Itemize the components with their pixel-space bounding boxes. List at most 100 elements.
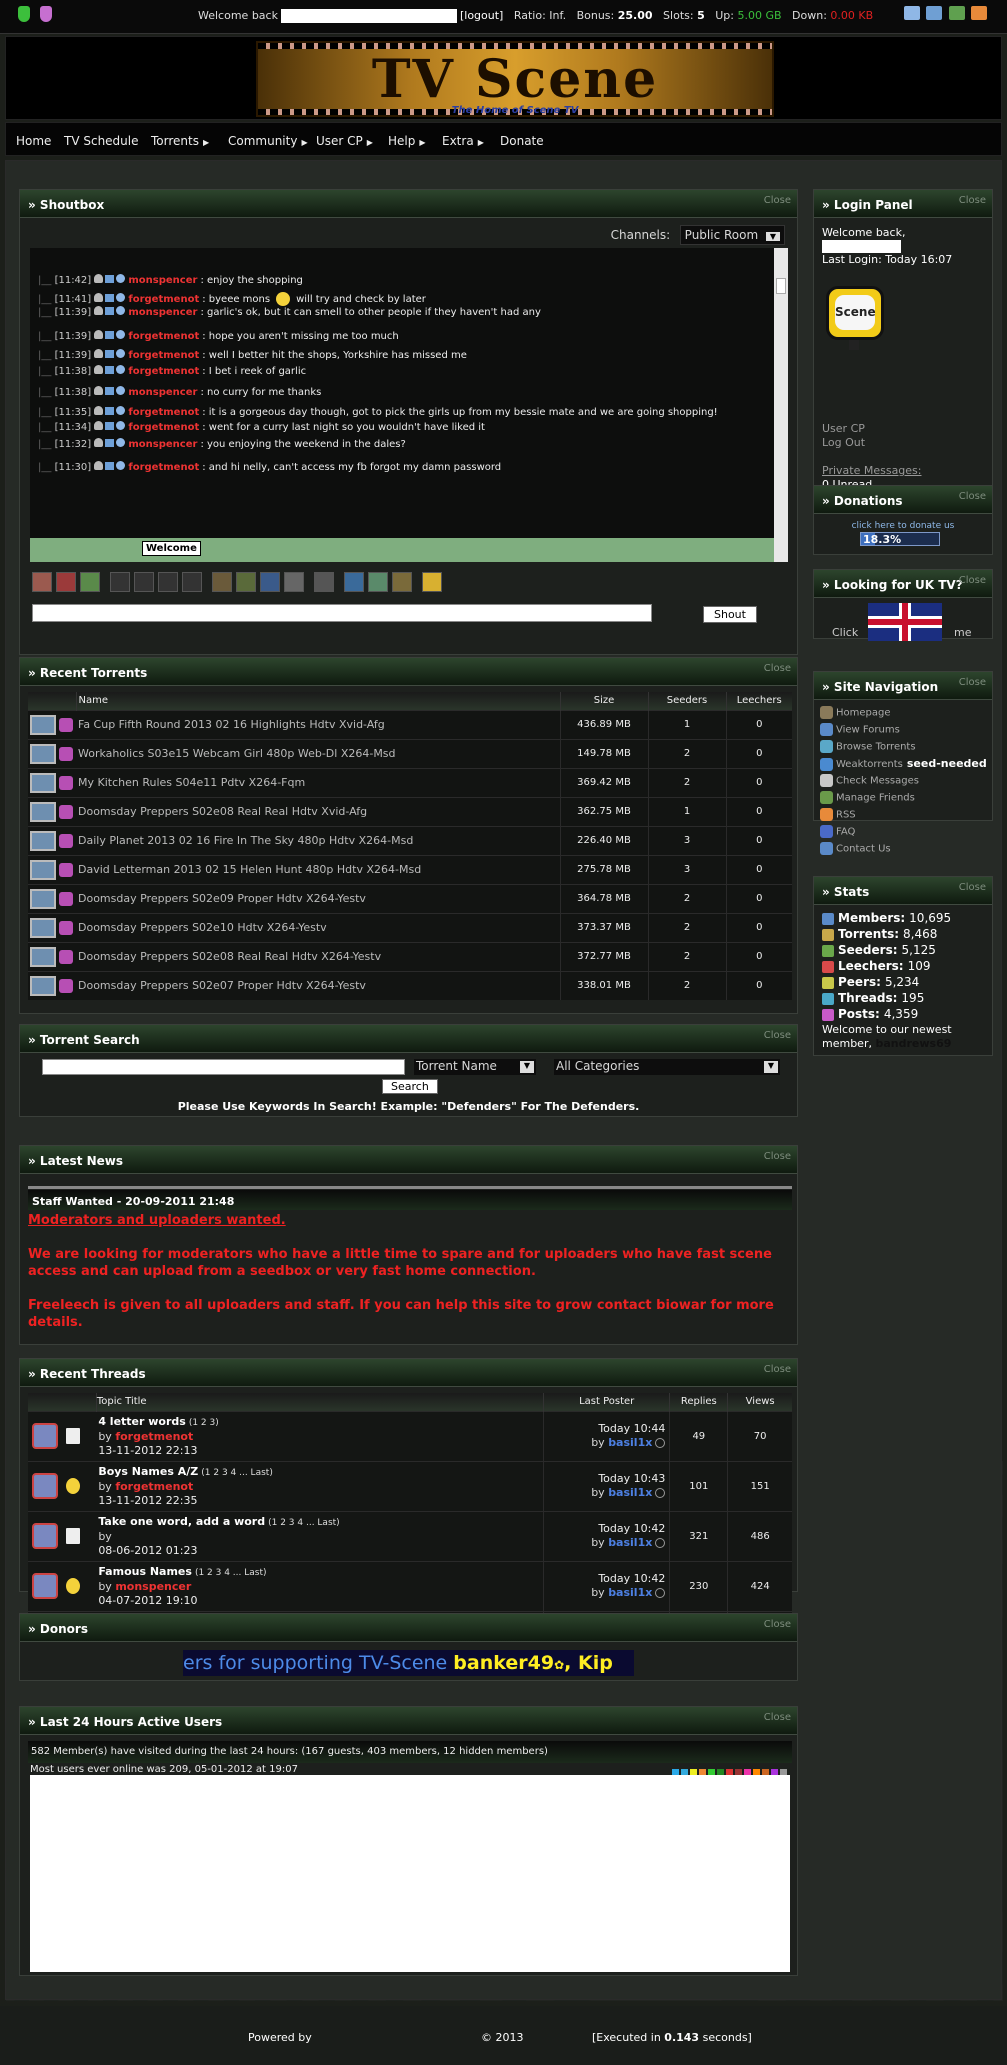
search-input[interactable]: [42, 1059, 405, 1075]
thread-pages-numbers[interactable]: 1 2 3 4 ... Last: [272, 1518, 337, 1528]
nav-community[interactable]: Community ▶: [228, 134, 308, 148]
thread-pages[interactable]: (1 2 3 4 ... Last): [268, 1518, 340, 1528]
green-flask-icon[interactable]: [18, 6, 30, 22]
threads-header-col[interactable]: Views: [727, 1393, 792, 1411]
torrent-row[interactable]: Workaholics S03e15 Webcam Girl 480p Web-…: [28, 739, 792, 768]
site-nav-item[interactable]: Manage Friends: [820, 791, 987, 808]
info-icon[interactable]: [116, 274, 126, 283]
site-nav-item[interactable]: View Forums: [820, 723, 987, 740]
threads-header-col[interactable]: Last Poster: [543, 1393, 670, 1411]
user-icon[interactable]: [94, 421, 104, 430]
mail-icon[interactable]: [903, 6, 920, 20]
rss-icon[interactable]: [971, 6, 987, 20]
site-nav-item[interactable]: FAQ: [820, 825, 987, 842]
shoutbox-scrollbar[interactable]: [774, 248, 788, 562]
login-panel-close[interactable]: Close: [959, 195, 986, 206]
shout-tool-icon[interactable]: [236, 572, 256, 592]
user-icon[interactable]: [94, 438, 104, 447]
news-link[interactable]: Moderators and uploaders wanted.: [28, 1212, 792, 1229]
uk-tv-close[interactable]: Close: [959, 575, 986, 586]
site-nav-item[interactable]: Check Messages: [820, 774, 987, 791]
recent-torrents-close[interactable]: Close: [764, 663, 791, 674]
thread-title[interactable]: Famous Names: [98, 1565, 192, 1578]
download-icon[interactable]: [59, 804, 73, 819]
tv-scene-avatar[interactable]: Scene: [826, 286, 884, 352]
shout-user[interactable]: forgetmenot: [128, 422, 199, 433]
tv-category-icon[interactable]: [30, 975, 56, 996]
site-logo[interactable]: TV Scene The Home of Scene TV: [256, 41, 774, 117]
shout-user[interactable]: monspencer: [128, 439, 197, 450]
field-select[interactable]: Torrent Name ▼: [414, 1059, 536, 1075]
shout-tool-icon[interactable]: [182, 572, 202, 592]
go-to-post-icon[interactable]: [655, 1588, 666, 1598]
forum-icon[interactable]: [32, 1573, 58, 1599]
tv-category-icon[interactable]: [30, 917, 56, 938]
torrent-name[interactable]: Workaholics S03e15 Webcam Girl 480p Web-…: [76, 739, 560, 768]
user-icon[interactable]: [94, 274, 104, 283]
pm-icon[interactable]: [105, 462, 115, 470]
site-nav-item[interactable]: Contact Us: [820, 842, 987, 859]
welcome-badge[interactable]: Welcome: [142, 541, 201, 556]
shout-tool-icon[interactable]: [368, 572, 388, 592]
pm-icon[interactable]: [105, 366, 115, 374]
nav-user-cp[interactable]: User CP ▶: [316, 134, 373, 148]
info-icon[interactable]: [116, 306, 126, 315]
thread-row[interactable]: Famous Names (1 2 3 4 ... Last) by monspen…: [28, 1561, 792, 1611]
pm-icon[interactable]: [105, 407, 115, 415]
site-nav-label[interactable]: Check Messages: [836, 776, 919, 787]
user-icon[interactable]: [94, 349, 104, 358]
info-icon[interactable]: [116, 293, 126, 302]
tv-category-icon[interactable]: [30, 772, 56, 793]
shoutbox-close[interactable]: Close: [764, 195, 791, 206]
torrents-header-seeders[interactable]: Seeders: [647, 692, 726, 710]
info-icon[interactable]: [116, 349, 126, 358]
site-nav-item[interactable]: Browse Torrents: [820, 740, 987, 757]
uk-tv-me[interactable]: me: [954, 626, 971, 639]
donors-ticker[interactable]: ers for supporting TV-Scene banker49✿, K…: [183, 1650, 634, 1676]
last-poster-name[interactable]: basil1x: [608, 1536, 652, 1549]
shout-tool-icon[interactable]: [284, 572, 304, 592]
shout-tool-icon[interactable]: [56, 572, 76, 592]
donors-close[interactable]: Close: [764, 1619, 791, 1630]
user-icon[interactable]: [94, 386, 104, 395]
shout-user[interactable]: forgetmenot: [128, 350, 199, 361]
user-icon[interactable]: [94, 406, 104, 415]
shout-tool-icon[interactable]: [422, 572, 442, 592]
torrent-row[interactable]: Daily Planet 2013 02 16 Fire In The Sky …: [28, 826, 792, 855]
download-icon[interactable]: [59, 833, 73, 848]
download-icon[interactable]: [59, 978, 73, 993]
pm-icon[interactable]: [105, 350, 115, 358]
tv-category-icon[interactable]: [30, 859, 56, 880]
torrent-search-close[interactable]: Close: [764, 1030, 791, 1041]
search-button[interactable]: Search: [382, 1079, 438, 1094]
user-icon[interactable]: [94, 306, 104, 315]
shout-tool-icon[interactable]: [158, 572, 178, 592]
torrent-row[interactable]: Doomsday Preppers S02e08 Real Real Hdtv …: [28, 942, 792, 971]
shout-tool-icon[interactable]: [134, 572, 154, 592]
download-icon[interactable]: [59, 920, 73, 935]
tv-category-icon[interactable]: [30, 801, 56, 822]
pm-icon[interactable]: [105, 331, 115, 339]
shout-tool-icon[interactable]: [392, 572, 412, 592]
tv-category-icon[interactable]: [30, 888, 56, 909]
site-nav-item[interactable]: RSS: [820, 808, 987, 825]
torrent-name[interactable]: My Kitchen Rules S04e11 Pdtv X264-Fqm: [76, 768, 560, 797]
download-icon[interactable]: [59, 862, 73, 877]
torrents-header-name[interactable]: Name: [75, 692, 560, 710]
thread-pages-numbers[interactable]: 1 2 3 4 ... Last: [198, 1568, 263, 1578]
nav-donate[interactable]: Donate: [500, 134, 544, 148]
download-icon[interactable]: [59, 949, 73, 964]
scrollbar-thumb[interactable]: [776, 278, 786, 294]
torrent-row[interactable]: David Letterman 2013 02 15 Helen Hunt 48…: [28, 855, 792, 884]
logout-link-side[interactable]: Log Out: [822, 436, 922, 450]
user-icon[interactable]: [94, 461, 104, 470]
active-users-close[interactable]: Close: [764, 1712, 791, 1723]
forum-icon[interactable]: [32, 1423, 58, 1449]
torrent-name[interactable]: Doomsday Preppers S02e07 Proper Hdtv X26…: [76, 971, 560, 1000]
last-poster-name[interactable]: basil1x: [608, 1486, 652, 1499]
shout-tool-icon[interactable]: [344, 572, 364, 592]
friends-icon[interactable]: [926, 6, 942, 20]
thread-pages-numbers[interactable]: 1 2 3 4 ... Last: [205, 1468, 270, 1478]
download-icon[interactable]: [59, 717, 73, 732]
go-to-post-icon[interactable]: [655, 1438, 666, 1448]
